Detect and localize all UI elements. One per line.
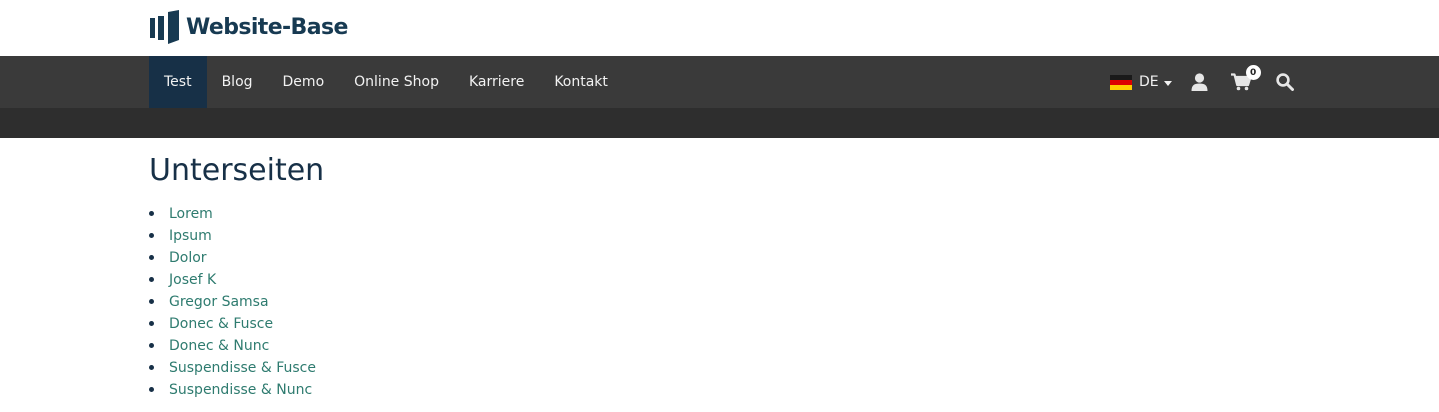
search-icon	[1275, 73, 1294, 91]
subpage-link-ipsum[interactable]: Ipsum	[169, 228, 212, 244]
site-logo[interactable]: Website-Base	[150, 9, 348, 45]
main-content: Unterseiten Lorem Ipsum Dolor Josef K Gr…	[149, 138, 324, 401]
cart-count-badge: 0	[1245, 65, 1261, 80]
list-item: Dolor	[149, 247, 324, 269]
user-icon	[1191, 73, 1208, 91]
subpage-link-suspendisse-fusce[interactable]: Suspendisse & Fusce	[169, 360, 316, 376]
language-label: DE	[1139, 74, 1159, 90]
subpage-list: Lorem Ipsum Dolor Josef K Gregor Samsa D…	[149, 203, 324, 401]
nav-item-online-shop[interactable]: Online Shop	[339, 56, 454, 108]
list-item: Lorem	[149, 203, 324, 225]
list-item: Ipsum	[149, 225, 324, 247]
list-item: Josef K	[149, 269, 324, 291]
main-navigation: Test Blog Demo Online Shop Karriere Kont…	[0, 56, 1439, 108]
nav-item-demo[interactable]: Demo	[268, 56, 340, 108]
subpage-link-lorem[interactable]: Lorem	[169, 206, 213, 222]
header-tools: DE 0	[1110, 56, 1294, 108]
list-item: Suspendisse & Nunc	[149, 379, 324, 401]
nav-item-kontakt[interactable]: Kontakt	[539, 56, 623, 108]
subpage-link-dolor[interactable]: Dolor	[169, 250, 207, 266]
chevron-down-icon	[1163, 80, 1172, 86]
brand-name: Website-Base	[186, 14, 348, 40]
subpage-link-donec-nunc[interactable]: Donec & Nunc	[169, 338, 269, 354]
nav-menu: Test Blog Demo Online Shop Karriere Kont…	[149, 56, 623, 108]
subpage-link-gregor-samsa[interactable]: Gregor Samsa	[169, 294, 269, 310]
flag-de-icon	[1110, 74, 1132, 90]
search-button[interactable]	[1275, 73, 1294, 91]
header: Website-Base	[0, 0, 1439, 56]
list-item: Gregor Samsa	[149, 291, 324, 313]
subpage-link-suspendisse-nunc[interactable]: Suspendisse & Nunc	[169, 382, 312, 398]
nav-item-blog[interactable]: Blog	[207, 56, 268, 108]
list-item: Donec & Fusce	[149, 313, 324, 335]
page-title: Unterseiten	[149, 153, 325, 188]
nav-item-test[interactable]: Test	[149, 56, 207, 108]
nav-item-karriere[interactable]: Karriere	[454, 56, 539, 108]
sub-navigation-bar	[0, 108, 1439, 138]
logo-mark-icon	[150, 10, 179, 44]
list-item: Suspendisse & Fusce	[149, 357, 324, 379]
language-selector[interactable]: DE	[1110, 74, 1172, 90]
account-button[interactable]	[1191, 73, 1208, 91]
subpage-link-donec-fusce[interactable]: Donec & Fusce	[169, 316, 273, 332]
cart-button[interactable]: 0	[1230, 65, 1261, 91]
list-item: Donec & Nunc	[149, 335, 324, 357]
subpage-link-josef-k[interactable]: Josef K	[169, 272, 216, 288]
